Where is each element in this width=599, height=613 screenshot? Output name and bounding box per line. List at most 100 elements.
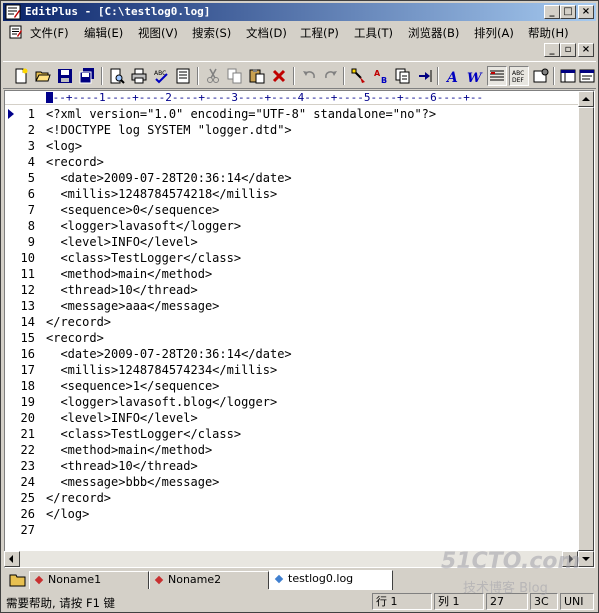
save-all-icon[interactable]	[77, 66, 97, 86]
code-line-text: </record>	[46, 315, 112, 329]
arrow-down-icon	[582, 557, 590, 561]
code-line[interactable]: 20 <level>INFO</level>	[5, 410, 579, 426]
line-number: 12	[20, 283, 35, 297]
line-number: 5	[27, 171, 35, 185]
document-icon[interactable]	[9, 25, 23, 39]
find-in-files-icon[interactable]	[393, 66, 413, 86]
code-line[interactable]: 27	[5, 522, 579, 538]
close-button[interactable]: ×	[578, 5, 594, 19]
ruler-icon[interactable]: ABC DEF	[509, 66, 529, 86]
menu-edit[interactable]: 编辑(E)	[84, 25, 123, 41]
code-line[interactable]: 6 <millis>1248784574218</millis>	[5, 186, 579, 202]
editor-area[interactable]: ---+----1----+----2----+----3----+----4-…	[4, 90, 595, 568]
undo-icon[interactable]	[299, 66, 319, 86]
code-line[interactable]: 12 <thread>10</thread>	[5, 282, 579, 298]
code-line[interactable]: 5 <date>2009-07-28T20:36:14</date>	[5, 170, 579, 186]
code-line[interactable]: 23 <thread>10</thread>	[5, 458, 579, 474]
code-line-text: <logger>lavasoft</logger>	[46, 219, 242, 233]
redo-icon[interactable]	[321, 66, 341, 86]
maximize-button[interactable]: □	[560, 5, 576, 19]
menu-help[interactable]: 帮助(H)	[528, 25, 569, 41]
code-line-text: <class>TestLogger</class>	[46, 427, 242, 441]
document-close-button[interactable]: ×	[578, 43, 594, 57]
code-line[interactable]: 19 <logger>lavasoft.blog</logger>	[5, 394, 579, 410]
paste-icon[interactable]	[247, 66, 267, 86]
vertical-scrollbar[interactable]	[578, 91, 594, 567]
code-line[interactable]: 16 <date>2009-07-28T20:36:14</date>	[5, 346, 579, 362]
document-minimize-button[interactable]: _	[544, 43, 560, 57]
code-line[interactable]: 14 </record>	[5, 314, 579, 330]
menu-view[interactable]: 视图(V)	[138, 25, 178, 41]
code-line[interactable]: 15 <record>	[5, 330, 579, 346]
tab-noname2[interactable]: Noname2	[149, 571, 269, 589]
find-icon[interactable]	[349, 66, 369, 86]
code-line[interactable]: 21 <class>TestLogger</class>	[5, 426, 579, 442]
tab-testlog0-log[interactable]: testlog0.log	[269, 570, 393, 590]
cut-icon[interactable]	[203, 66, 223, 86]
code-line[interactable]: 2 <!DOCTYPE log SYSTEM "logger.dtd">	[5, 122, 579, 138]
menu-arrange[interactable]: 排列(A)	[474, 25, 514, 41]
status-row: 行 1	[372, 593, 432, 610]
code-line[interactable]: 18 <sequence>1</sequence>	[5, 378, 579, 394]
code-line[interactable]: 11 <method>main</method>	[5, 266, 579, 282]
code-line[interactable]: 10 <class>TestLogger</class>	[5, 250, 579, 266]
menu-project[interactable]: 工程(P)	[300, 25, 339, 41]
new-file-icon[interactable]	[11, 66, 31, 86]
code-line[interactable]: 8 <logger>lavasoft</logger>	[5, 218, 579, 234]
code-line[interactable]: 4 <record>	[5, 154, 579, 170]
code-line-text: <record>	[46, 331, 104, 345]
code-line[interactable]: 26 </log>	[5, 506, 579, 522]
open-folder-icon[interactable]	[33, 66, 53, 86]
minimize-button[interactable]: _	[544, 5, 560, 19]
tab-noname1[interactable]: Noname1	[29, 571, 149, 589]
spell-check-icon[interactable]: ABC	[151, 66, 171, 86]
editplus-app-icon[interactable]	[5, 4, 21, 20]
menu-browser[interactable]: 浏览器(B)	[408, 25, 459, 41]
code-line[interactable]: 24 <message>bbb</message>	[5, 474, 579, 490]
menu-search[interactable]: 搜索(S)	[192, 25, 231, 41]
code-line-text: <logger>lavasoft.blog</logger>	[46, 395, 278, 409]
print-preview-icon[interactable]	[107, 66, 127, 86]
delete-icon[interactable]	[269, 66, 289, 86]
scroll-up-button[interactable]	[578, 91, 594, 107]
document-properties-icon[interactable]	[173, 66, 193, 86]
goto-line-icon[interactable]	[415, 66, 435, 86]
code-line-text: <date>2009-07-28T20:36:14</date>	[46, 347, 292, 361]
code-line[interactable]: 1 <?xml version="1.0" encoding="UTF-8" st…	[5, 106, 579, 122]
menu-tools[interactable]: 工具(T)	[354, 25, 393, 41]
print-icon[interactable]	[129, 66, 149, 86]
menu-bar: 文件(F) 编辑(E) 视图(V) 搜索(S) 文档(D) 工程(P) 工具(T…	[3, 22, 596, 42]
font-icon[interactable]: A	[443, 66, 463, 86]
code-line[interactable]: 3 <log>	[5, 138, 579, 154]
column-ruler: ---+----1----+----2----+----3----+----4-…	[5, 91, 579, 105]
save-icon[interactable]	[55, 66, 75, 86]
code-line[interactable]: 7 <sequence>0</sequence>	[5, 202, 579, 218]
code-view[interactable]: 1 <?xml version="1.0" encoding="UTF-8" st…	[5, 106, 579, 538]
tab-label: testlog0.log	[288, 572, 354, 585]
code-line[interactable]: 13 <message>aaa</message>	[5, 298, 579, 314]
line-number-icon[interactable]	[487, 66, 507, 86]
word-wrap-icon[interactable]: W	[465, 66, 485, 86]
watermark-logo: 51CTO.com	[441, 549, 581, 574]
title-bar[interactable]: EditPlus - [C:\testlog0.log] _ □ ×	[3, 3, 596, 21]
menu-file[interactable]: 文件(F)	[30, 25, 69, 41]
replace-icon[interactable]: AB	[371, 66, 391, 86]
menu-document[interactable]: 文档(D)	[246, 25, 287, 41]
code-line[interactable]: 9 <level>INFO</level>	[5, 234, 579, 250]
folder-icon[interactable]	[9, 573, 27, 587]
vertical-scroll-thumb[interactable]	[578, 107, 594, 551]
browser-icon[interactable]	[577, 66, 597, 86]
settings-icon[interactable]	[531, 66, 551, 86]
code-line[interactable]: 25 </record>	[5, 490, 579, 506]
copy-icon[interactable]	[225, 66, 245, 86]
line-number: 8	[27, 219, 35, 233]
code-line[interactable]: 22 <method>main</method>	[5, 442, 579, 458]
document-restore-button[interactable]: ▫	[560, 43, 576, 57]
code-line[interactable]: 17 <millis>1248784574234</millis>	[5, 362, 579, 378]
window-title: EditPlus - [C:\testlog0.log]	[25, 5, 211, 18]
svg-text:A: A	[374, 69, 381, 78]
status-help-text: 需要帮助, 请按 F1 键	[6, 596, 116, 610]
window-icon[interactable]	[558, 66, 578, 86]
scroll-left-button[interactable]	[4, 551, 20, 567]
code-line-text: <millis>1248784574218</millis>	[46, 187, 278, 201]
